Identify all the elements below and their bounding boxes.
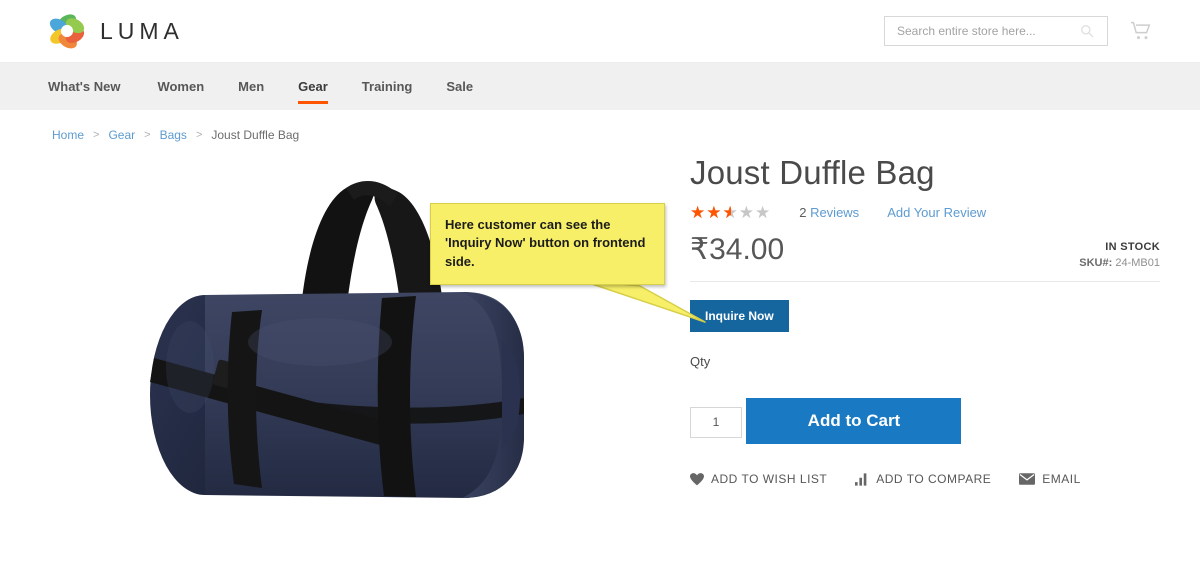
reviews-link[interactable]: 2 Reviews xyxy=(799,205,859,220)
add-to-wish-list-link[interactable]: ADD TO WISH LIST xyxy=(690,472,827,486)
nav-item-gear[interactable]: Gear xyxy=(281,63,345,110)
heart-icon xyxy=(690,472,704,486)
page-title: Joust Duffle Bag xyxy=(690,154,935,191)
email-link[interactable]: EMAIL xyxy=(1019,472,1081,486)
quantity-input[interactable] xyxy=(690,406,742,438)
breadcrumb-item-current: Joust Duffle Bag xyxy=(211,128,300,142)
inquire-now-button[interactable]: Inquire Now xyxy=(690,300,789,332)
star-rating-filled: ★★★★★ xyxy=(690,204,731,221)
sku-value: 24-MB01 xyxy=(1115,257,1160,269)
envelope-icon xyxy=(1019,473,1036,485)
nav-item-training[interactable]: Training xyxy=(345,63,430,110)
add-your-review-link[interactable]: Add Your Review xyxy=(887,205,986,220)
main-navigation: What's New Women Men Gear Training Sale xyxy=(0,62,1200,110)
breadcrumb-separator: > xyxy=(144,129,151,141)
breadcrumb: Home > Gear > Bags > Joust Duffle Bag xyxy=(0,110,1200,142)
product-page-main: Joust Duffle Bag ★★★★★ ★★★★★ 2 Reviews A… xyxy=(0,142,1200,542)
shopping-cart-icon[interactable] xyxy=(1130,21,1152,41)
reviews-label: Reviews xyxy=(810,205,860,220)
search-icon[interactable] xyxy=(1080,24,1094,38)
add-to-compare-link[interactable]: ADD TO COMPARE xyxy=(855,472,991,486)
breadcrumb-separator: > xyxy=(93,129,100,141)
price-row: ₹34.00 IN STOCK SKU#: 24-MB01 xyxy=(690,235,1160,279)
product-social-links: ADD TO WISH LIST ADD TO COMPARE EMAIL xyxy=(690,472,1160,486)
product-gallery[interactable] xyxy=(0,142,690,542)
email-label: EMAIL xyxy=(1042,472,1081,486)
reviews-count: 2 xyxy=(799,205,807,220)
logo[interactable]: LUMA xyxy=(48,12,184,50)
add-to-wish-list-label: ADD TO WISH LIST xyxy=(711,472,828,486)
sku-line: SKU#: 24-MB01 xyxy=(1079,257,1160,269)
rating-row: ★★★★★ ★★★★★ 2 Reviews Add Your Review xyxy=(690,204,1160,221)
product-price: ₹34.00 xyxy=(690,233,785,266)
nav-item-sale[interactable]: Sale xyxy=(429,63,490,110)
header-actions xyxy=(884,16,1152,46)
nav-item-whats-new[interactable]: What's New xyxy=(48,63,140,110)
nav-item-men[interactable]: Men xyxy=(221,63,281,110)
logo-text: LUMA xyxy=(100,17,184,44)
add-to-cart-button[interactable]: Add to Cart xyxy=(746,398,962,444)
luma-ring-logo-icon xyxy=(48,12,86,50)
nav-item-women[interactable]: Women xyxy=(140,63,221,110)
annotation-callout: Here customer can see the 'Inquiry Now' … xyxy=(430,203,665,286)
product-info: Joust Duffle Bag ★★★★★ ★★★★★ 2 Reviews A… xyxy=(690,142,1160,542)
bar-chart-icon xyxy=(855,472,869,486)
search-input[interactable] xyxy=(895,23,1080,39)
qty-label: Qty xyxy=(690,354,711,369)
breadcrumb-item-bags[interactable]: Bags xyxy=(160,128,187,142)
site-header: LUMA xyxy=(0,0,1200,62)
sku-label: SKU#: xyxy=(1079,257,1113,269)
star-rating[interactable]: ★★★★★ ★★★★★ xyxy=(690,204,771,221)
search-box[interactable] xyxy=(884,16,1108,46)
stock-info: IN STOCK SKU#: 24-MB01 xyxy=(1079,235,1160,269)
divider xyxy=(690,281,1160,282)
add-to-compare-label: ADD TO COMPARE xyxy=(876,472,992,486)
breadcrumb-separator: > xyxy=(195,129,203,141)
status-badge: IN STOCK xyxy=(1105,241,1160,253)
breadcrumb-item-gear[interactable]: Gear xyxy=(108,128,135,142)
breadcrumb-item-home[interactable]: Home xyxy=(52,128,84,142)
